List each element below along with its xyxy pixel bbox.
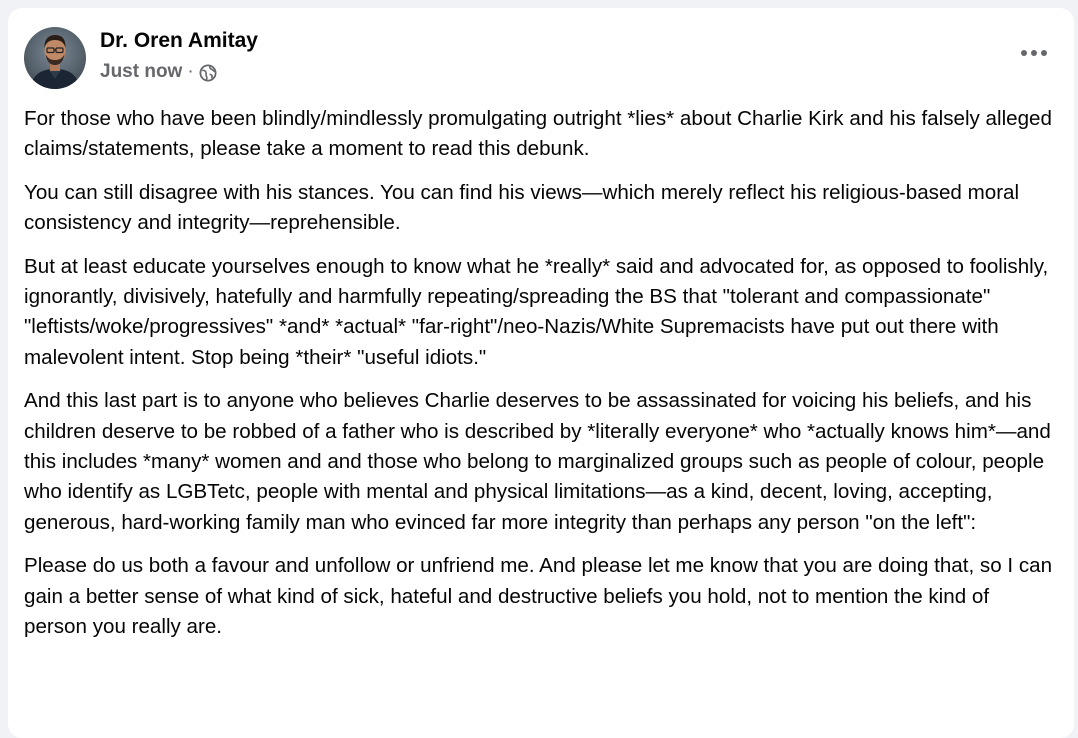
post-paragraph: But at least educate yourselves enough t… bbox=[24, 254, 1049, 369]
post-card: Dr. Oren Amitay Just now · For those who bbox=[8, 8, 1074, 738]
post-timestamp[interactable]: Just now bbox=[100, 61, 182, 83]
more-horizontal-icon[interactable] bbox=[1016, 41, 1052, 65]
post-body: For those who have been blindly/mindless… bbox=[24, 104, 1054, 656]
avatar[interactable] bbox=[24, 27, 86, 89]
post-header: Dr. Oren Amitay Just now · bbox=[24, 27, 1058, 91]
meta-separator: · bbox=[187, 61, 194, 82]
post-meta: Just now · bbox=[100, 61, 217, 83]
post-paragraph: Please do us both a favour and unfollow … bbox=[24, 554, 1053, 639]
avatar-image bbox=[24, 27, 86, 89]
globe-icon[interactable] bbox=[199, 64, 217, 82]
post-paragraph: You can still disagree with his stances.… bbox=[24, 180, 1020, 235]
post-paragraph: For those who have been blindly/mindless… bbox=[24, 107, 1052, 161]
post-paragraph: And this last part is to anyone who beli… bbox=[24, 389, 1051, 534]
author-name[interactable]: Dr. Oren Amitay bbox=[100, 29, 258, 53]
